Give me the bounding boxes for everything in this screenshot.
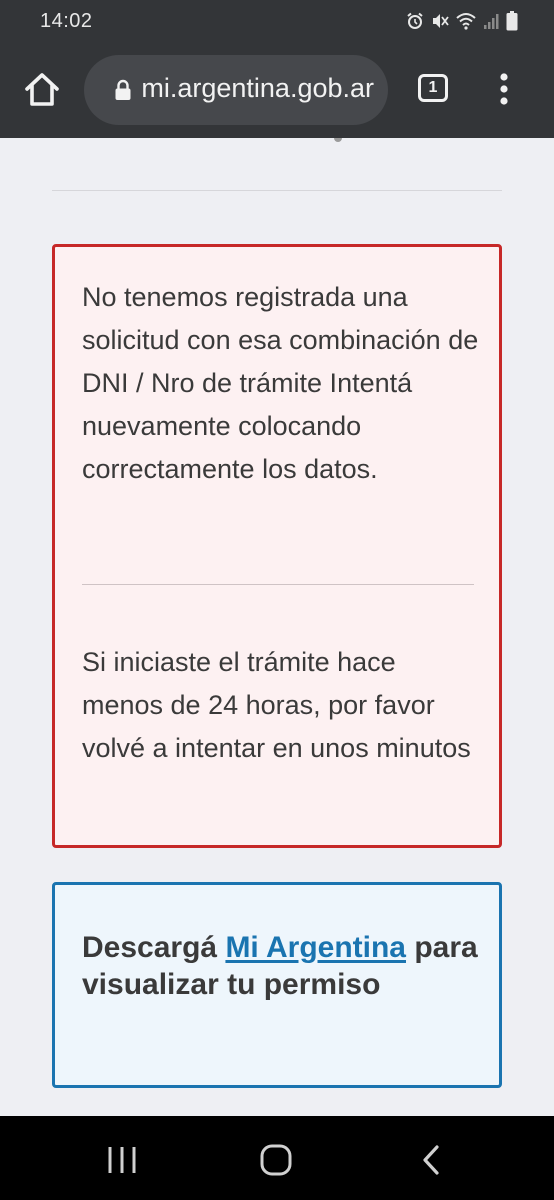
back-icon [423, 1145, 439, 1175]
mute-icon [433, 14, 449, 28]
tabs-button[interactable]: 1 [418, 74, 448, 102]
recent-apps-icon [108, 1147, 136, 1173]
address-bar[interactable]: mi.argentina.gob.ar [84, 55, 388, 125]
status-time: 14:02 [40, 10, 93, 32]
browser-toolbar: mi.argentina.gob.ar 1 [0, 42, 554, 138]
alarm-icon [407, 12, 423, 29]
home-button[interactable] [22, 70, 62, 110]
page-content[interactable]: No tenemos registrada una solicitud con … [0, 138, 554, 1116]
home-icon [25, 73, 59, 106]
info-prefix: Descargá [82, 931, 226, 964]
info-message: Descargá Mi Argentina para visualizar tu… [82, 929, 482, 1003]
clipped-text-fragment [334, 138, 342, 142]
more-menu-icon [500, 73, 508, 105]
status-icons [406, 10, 518, 32]
error-alert: No tenemos registrada una solicitud con … [52, 244, 502, 848]
lock-icon [115, 79, 131, 100]
nav-home-button[interactable] [256, 1140, 296, 1180]
wifi-icon [456, 13, 476, 30]
signal-icon [484, 14, 499, 29]
mi-argentina-link[interactable]: Mi Argentina [225, 931, 406, 964]
back-button[interactable] [412, 1140, 452, 1180]
status-bar: 14:02 [0, 0, 554, 42]
battery-icon [506, 11, 518, 31]
tab-count: 1 [428, 79, 438, 96]
url-text: mi.argentina.gob.ar [142, 73, 374, 103]
divider [52, 190, 502, 191]
error-message: No tenemos registrada una solicitud con … [82, 282, 479, 484]
info-callout: Descargá Mi Argentina para visualizar tu… [52, 882, 502, 1088]
home-icon [260, 1144, 292, 1176]
alert-divider [82, 584, 474, 585]
error-hint: Si iniciaste el trámite hace menos de 24… [82, 647, 471, 763]
recent-apps-button[interactable] [102, 1140, 142, 1180]
more-menu-button[interactable] [492, 72, 516, 106]
navigation-bar [0, 1116, 554, 1200]
